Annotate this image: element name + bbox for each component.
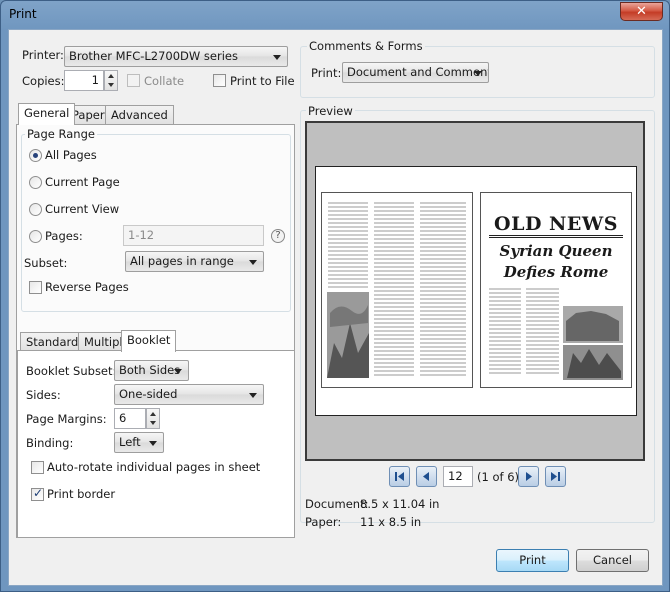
tab-general[interactable]: General [18,103,76,125]
document-size: 8.5 x 11.04 in [360,497,440,511]
collate-label: Collate [144,74,185,88]
tab-booklet[interactable]: Booklet [121,330,177,352]
newspaper-body-image [489,288,623,380]
chevron-down-icon [273,55,281,60]
all-pages-label: All Pages [45,148,97,162]
current-view-label: Current View [45,202,120,216]
paper-label: Paper: [305,515,342,529]
copies-label: Copies: [22,74,65,88]
subset-value: All pages in range [130,254,234,268]
last-page-icon [551,472,560,481]
print-button[interactable]: Print [496,549,569,572]
dialog-body: Printer: Brother MFC-L2700DW series Copi… [8,29,663,586]
help-icon[interactable]: ? [271,229,285,243]
copies-stepper[interactable] [104,70,118,91]
chevron-down-icon [174,369,182,374]
arrow-up-icon [108,74,114,78]
comments-print-value: Document and Comments [347,65,489,79]
current-view-radio[interactable] [29,203,42,216]
newspaper-text-image [327,202,466,378]
page-range-label: Page Range [25,127,97,141]
cancel-button[interactable]: Cancel [576,549,649,572]
print-border-label: Print border [47,487,116,501]
auto-rotate-checkbox[interactable] [31,461,44,474]
tab-advanced[interactable]: Advanced [105,105,174,125]
preview-sheet: OLD NEWS Syrian Queen Defies Rome [315,166,637,416]
print-to-file-checkbox[interactable] [213,74,226,87]
preview-page-right: OLD NEWS Syrian Queen Defies Rome [480,192,632,388]
first-page-button[interactable] [389,466,410,487]
printer-value: Brother MFC-L2700DW series [69,49,238,63]
window-title: Print [9,7,37,21]
print-to-file-label: Print to File [230,74,295,88]
subset-label: Subset: [24,256,68,270]
auto-rotate-label: Auto-rotate individual pages in sheet [47,460,261,474]
copies-input[interactable]: 1 [64,70,104,91]
page-margins-stepper[interactable] [146,408,160,429]
subset-select[interactable]: All pages in range [125,251,264,272]
all-pages-radio[interactable] [29,149,42,162]
chevron-down-icon [249,393,257,398]
last-page-button[interactable] [545,466,566,487]
binding-value: Left [119,435,141,449]
pages-label: Pages: [45,229,83,243]
arrow-down-icon [108,83,114,87]
previous-page-button[interactable] [416,466,437,487]
previous-page-icon [423,472,429,481]
sides-select[interactable]: One-sided [114,384,264,405]
preview-label: Preview [306,104,355,118]
page-margins-input[interactable]: 6 [114,408,146,429]
tab-standard[interactable]: Standard [20,332,85,352]
page-number-input[interactable]: 12 [443,466,473,487]
document-label: Document: [305,497,369,511]
next-page-button[interactable] [518,466,539,487]
preview-area: OLD NEWS Syrian Queen Defies Rome [305,121,645,461]
paper-size: 11 x 8.5 in [360,515,422,529]
preview-page-left [321,192,473,388]
print-border-checkbox[interactable] [31,486,44,501]
printer-label: Printer: [22,48,64,62]
chevron-down-icon [249,260,257,265]
booklet-subset-label: Booklet Subset: [26,364,117,378]
next-page-icon [526,472,532,481]
page-margins-label: Page Margins: [26,412,107,426]
pages-input[interactable]: 1-12 [123,225,264,246]
booklet-subset-value: Both Sides [119,363,181,377]
reverse-pages-checkbox[interactable] [29,281,42,294]
comments-forms-label: Comments & Forms [307,39,425,53]
booklet-subset-select[interactable]: Both Sides [114,360,189,381]
first-page-icon [395,472,404,481]
chevron-down-icon [474,71,482,76]
comments-print-label: Print: [311,66,342,80]
arrow-down-icon [150,421,156,425]
current-page-radio[interactable] [29,176,42,189]
arrow-up-icon [150,412,156,416]
pages-radio[interactable] [29,230,42,243]
title-bar: Print ✕ [1,1,669,29]
printer-select[interactable]: Brother MFC-L2700DW series [64,46,288,67]
sides-label: Sides: [26,388,61,402]
collate-checkbox[interactable] [127,74,140,87]
binding-select[interactable]: Left [114,432,164,453]
print-dialog: Print ✕ Printer: Brother MFC-L2700DW ser… [0,0,670,592]
page-of-count: (1 of 6) [477,470,520,484]
sides-value: One-sided [119,387,178,401]
reverse-pages-label: Reverse Pages [45,280,129,294]
comments-print-select[interactable]: Document and Comments [342,62,489,83]
binding-label: Binding: [26,436,74,450]
chevron-down-icon [149,441,157,446]
current-page-label: Current Page [45,175,120,189]
close-button[interactable]: ✕ [620,2,663,21]
